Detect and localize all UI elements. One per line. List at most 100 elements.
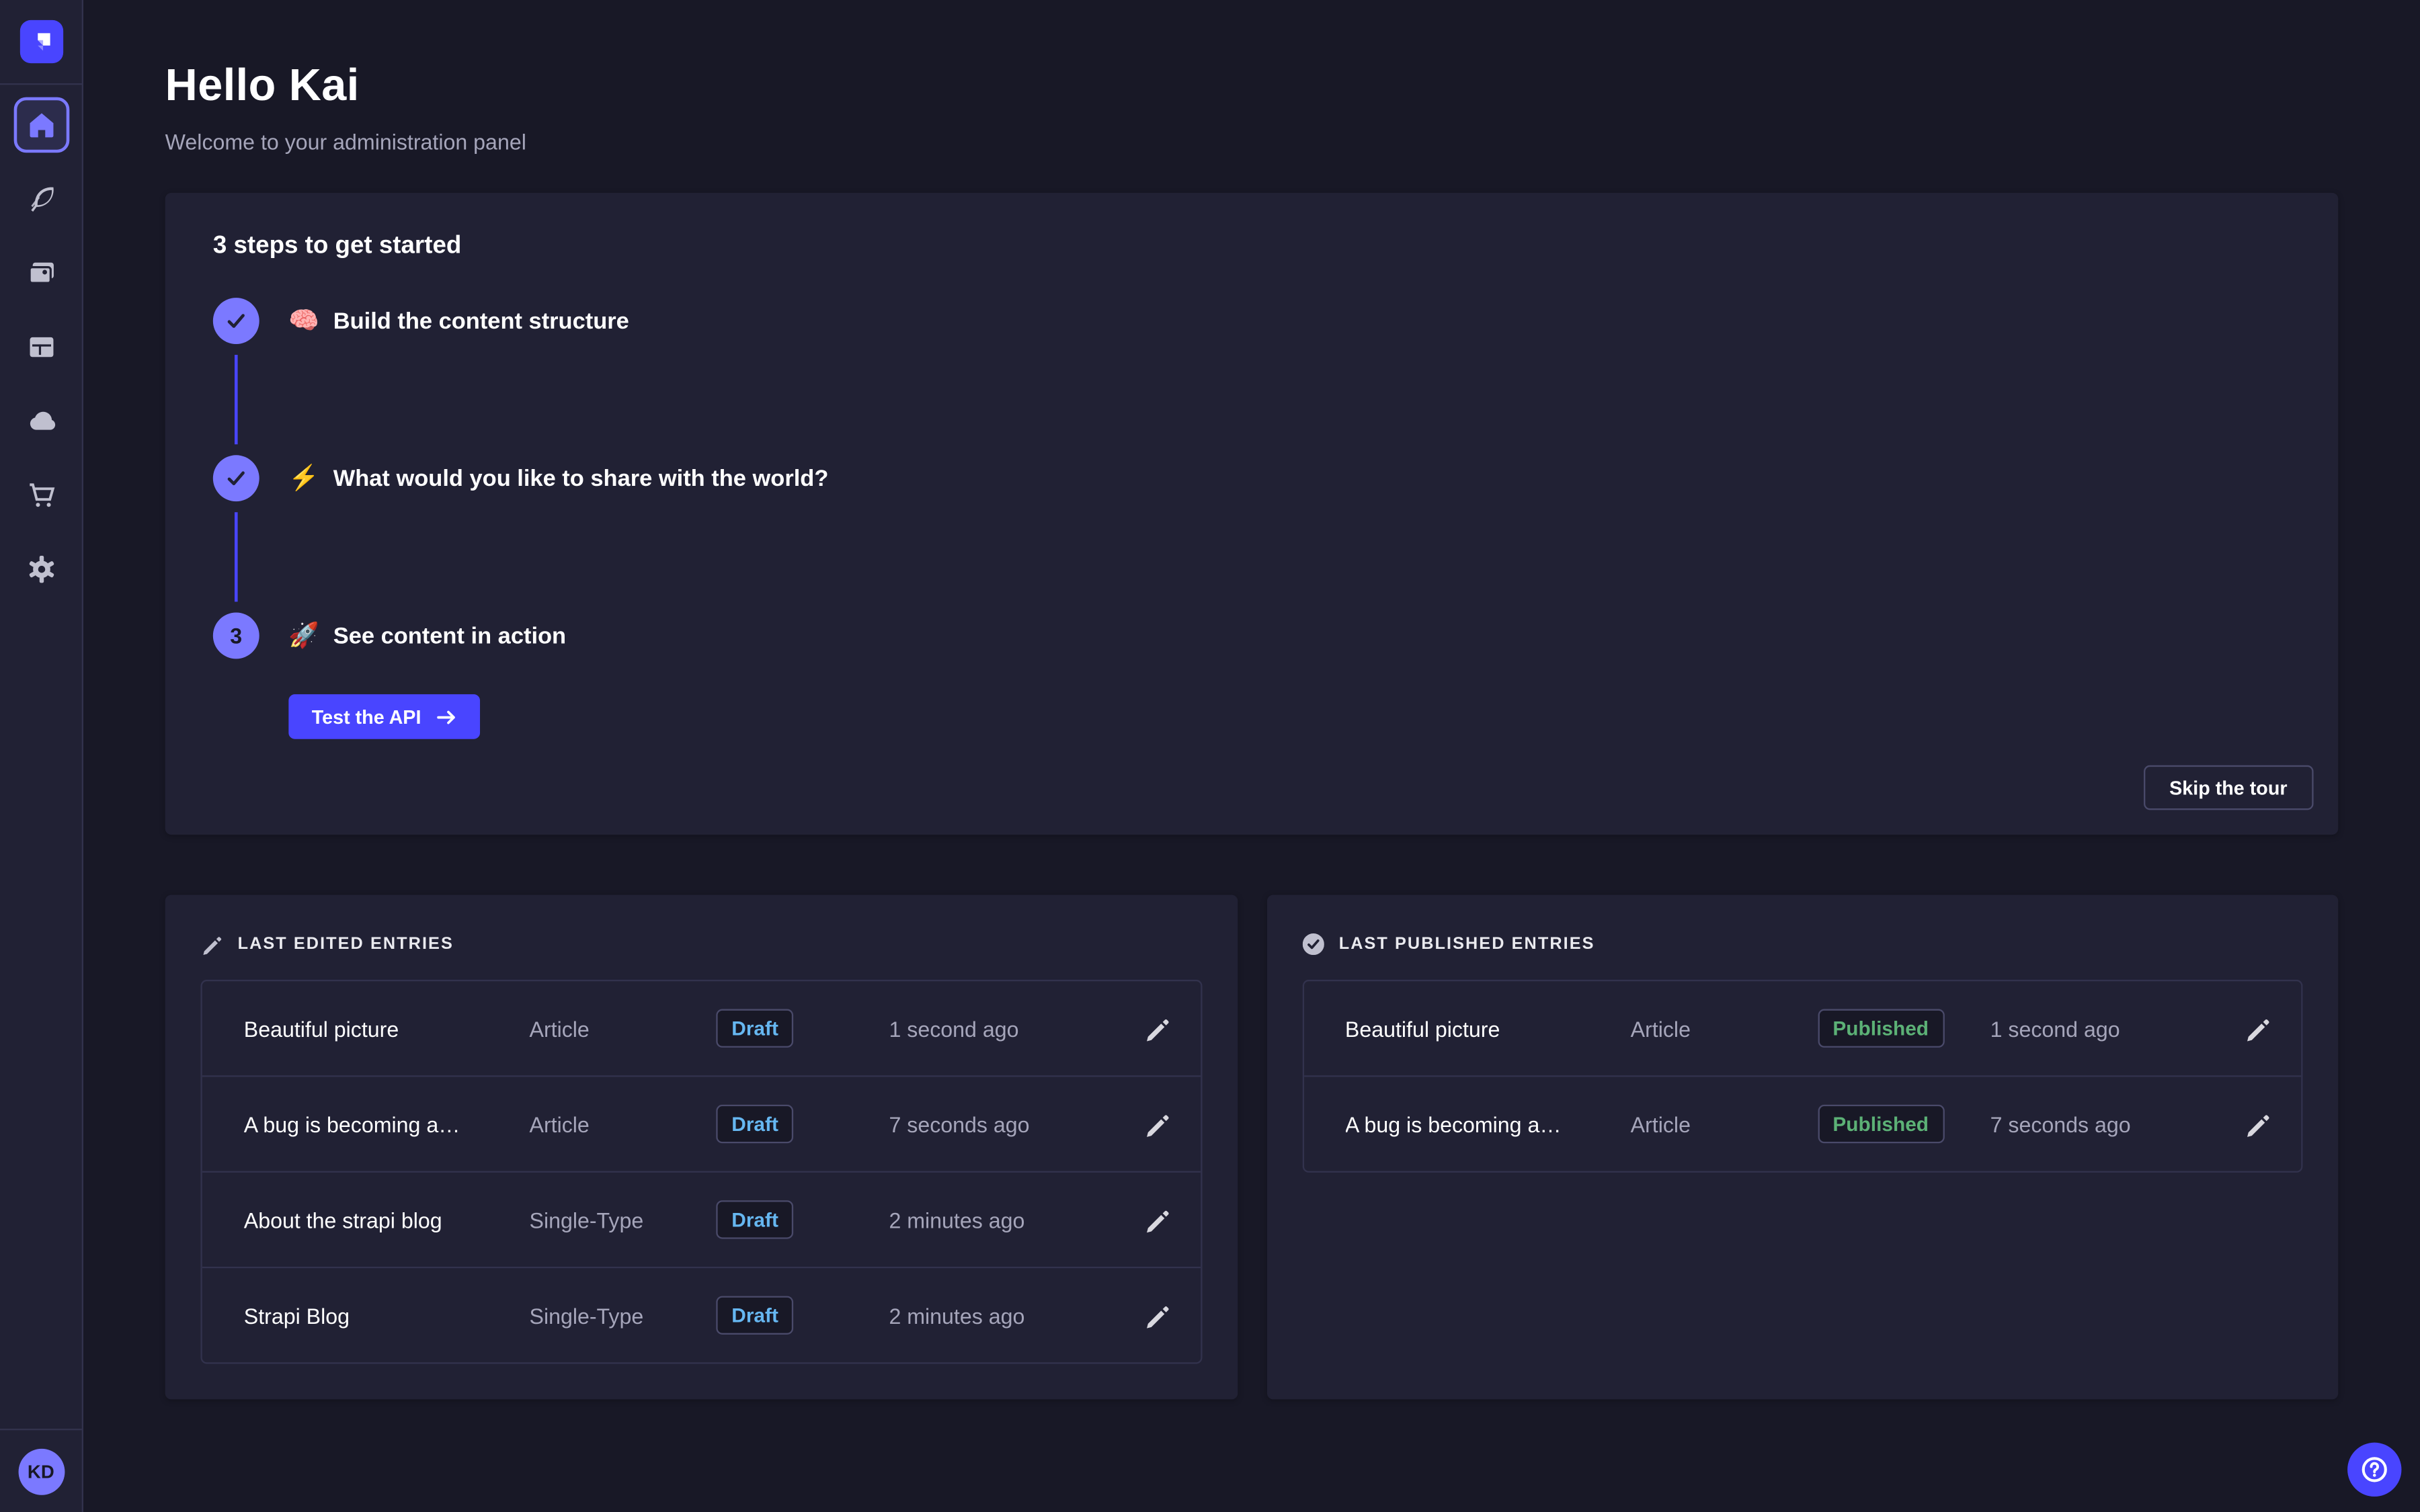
status-badge: Draft (716, 1296, 794, 1335)
last-edited-table: Beautiful picture Article Draft 1 second… (200, 980, 1201, 1364)
sidebar-item-content-type-builder[interactable] (13, 319, 69, 375)
status-badge: Draft (716, 1009, 794, 1048)
check-icon (225, 468, 247, 489)
sidebar-item-content-manager[interactable] (13, 171, 69, 227)
feather-icon (26, 183, 56, 214)
entry-time: 1 second ago (889, 1016, 1117, 1041)
guided-tour-card: 3 steps to get started (165, 193, 2339, 835)
strapi-logo-icon (19, 20, 63, 63)
entry-time: 7 seconds ago (1990, 1111, 2219, 1136)
entry-title: Beautiful picture (244, 1016, 530, 1041)
last-published-entries-widget: LAST PUBLISHED ENTRIES Beautiful picture… (1266, 895, 2339, 1400)
brain-emoji-icon: 🧠 (288, 306, 319, 337)
table-row[interactable]: Beautiful picture Article Published 1 se… (1303, 981, 2301, 1075)
sidebar-item-home[interactable] (13, 97, 69, 153)
edit-entry-button[interactable] (2244, 1015, 2270, 1042)
last-edited-header: LAST EDITED ENTRIES (200, 933, 1201, 955)
pencil-icon (2244, 1111, 2270, 1137)
check-icon (225, 310, 247, 331)
entry-title: Strapi Blog (244, 1303, 530, 1328)
guided-tour-steps: 🧠 Build the content structure (213, 298, 2290, 770)
tour-step-1: 🧠 Build the content structure (213, 298, 2290, 455)
test-the-api-button[interactable]: Test the API (288, 694, 479, 739)
status-badge: Draft (716, 1105, 794, 1143)
tour-step-3: 3 🚀 See content in action Test the API (213, 612, 2290, 769)
cart-icon (26, 480, 56, 511)
entry-time: 2 minutes ago (889, 1303, 1117, 1328)
gear-icon (26, 554, 56, 585)
pencil-icon (200, 933, 222, 955)
sidebar-nav (13, 97, 69, 597)
table-row[interactable]: A bug is becoming a… Article Published 7… (1303, 1075, 2301, 1171)
edit-entry-button[interactable] (1143, 1015, 1169, 1042)
table-row[interactable]: A bug is becoming a… Article Draft 7 sec… (202, 1075, 1200, 1171)
rocket-emoji-icon: 🚀 (288, 620, 319, 651)
skip-the-tour-button[interactable]: Skip the tour (2143, 765, 2313, 810)
edit-entry-button[interactable] (2244, 1111, 2270, 1137)
entry-title: Beautiful picture (1345, 1016, 1631, 1041)
page-subtitle: Welcome to your administration panel (165, 130, 2339, 155)
entry-title: A bug is becoming a… (244, 1111, 530, 1136)
step-connector (235, 355, 238, 444)
status-badge: Published (1817, 1009, 1944, 1048)
edit-entry-button[interactable] (1143, 1302, 1169, 1329)
sidebar-item-marketplace[interactable] (13, 468, 69, 523)
content-type-builder-icon (26, 332, 56, 363)
entry-type: Single-Type (529, 1303, 716, 1328)
check-circle-icon (1302, 933, 1324, 955)
pencil-icon (1143, 1302, 1169, 1329)
step-2-label[interactable]: ⚡ What would you like to share with the … (288, 455, 2290, 501)
arrow-right-icon (435, 706, 456, 727)
sidebar-item-media-library[interactable] (13, 245, 69, 301)
edit-entry-button[interactable] (1143, 1111, 1169, 1137)
entry-title: About the strapi blog (244, 1208, 530, 1232)
step-1-done-indicator (213, 298, 259, 344)
tour-step-2: ⚡ What would you like to share with the … (213, 455, 2290, 612)
strapi-logo[interactable] (19, 20, 63, 63)
entry-time: 2 minutes ago (889, 1208, 1117, 1232)
table-row[interactable]: About the strapi blog Single-Type Draft … (202, 1171, 1200, 1267)
edit-entry-button[interactable] (1143, 1206, 1169, 1232)
lightning-emoji-icon: ⚡ (288, 463, 319, 494)
homepage-widgets: LAST EDITED ENTRIES Beautiful picture Ar… (165, 895, 2339, 1400)
entry-time: 7 seconds ago (889, 1111, 1117, 1136)
strapi-admin-window: KD Hello Kai Welcome to your administrat… (0, 0, 2420, 1512)
page-title: Hello Kai (165, 62, 2339, 113)
entry-type: Article (1631, 1111, 1818, 1136)
sidebar-item-settings[interactable] (13, 542, 69, 597)
last-edited-entries-widget: LAST EDITED ENTRIES Beautiful picture Ar… (165, 895, 1238, 1400)
step-connector (235, 512, 238, 601)
step-1-label[interactable]: 🧠 Build the content structure (288, 298, 2290, 344)
status-badge: Draft (716, 1200, 794, 1238)
step-2-done-indicator (213, 455, 259, 501)
table-row[interactable]: Beautiful picture Article Draft 1 second… (202, 981, 1200, 1075)
main-sidebar: KD (0, 0, 83, 1512)
question-mark-icon (2360, 1455, 2389, 1484)
media-library-icon (26, 257, 56, 288)
pencil-icon (1143, 1015, 1169, 1042)
entry-type: Article (1631, 1016, 1818, 1041)
last-published-header: LAST PUBLISHED ENTRIES (1302, 933, 2303, 955)
help-button[interactable] (2347, 1443, 2401, 1497)
entry-type: Article (529, 1016, 716, 1041)
entry-title: A bug is becoming a… (1345, 1111, 1631, 1136)
table-row[interactable]: Strapi Blog Single-Type Draft 2 minutes … (202, 1267, 1200, 1362)
pencil-icon (1143, 1206, 1169, 1232)
cloud-icon (26, 406, 56, 437)
entry-type: Article (529, 1111, 716, 1136)
page-header: Hello Kai Welcome to your administration… (165, 62, 2339, 155)
last-published-table: Beautiful picture Article Published 1 se… (1302, 980, 2303, 1173)
entry-type: Single-Type (529, 1208, 716, 1232)
sidebar-footer-divider (0, 1429, 83, 1430)
home-icon (26, 110, 56, 140)
sidebar-divider (0, 83, 83, 85)
homepage-content: Hello Kai Welcome to your administration… (83, 0, 2420, 1512)
guided-tour-title: 3 steps to get started (213, 233, 2290, 261)
user-avatar[interactable]: KD (17, 1449, 64, 1495)
sidebar-item-deploy[interactable] (13, 393, 69, 449)
status-badge: Published (1817, 1105, 1944, 1143)
pencil-icon (1143, 1111, 1169, 1137)
step-3-number-indicator: 3 (213, 612, 259, 659)
entry-time: 1 second ago (1990, 1016, 2219, 1041)
step-3-label[interactable]: 🚀 See content in action (288, 612, 2290, 659)
